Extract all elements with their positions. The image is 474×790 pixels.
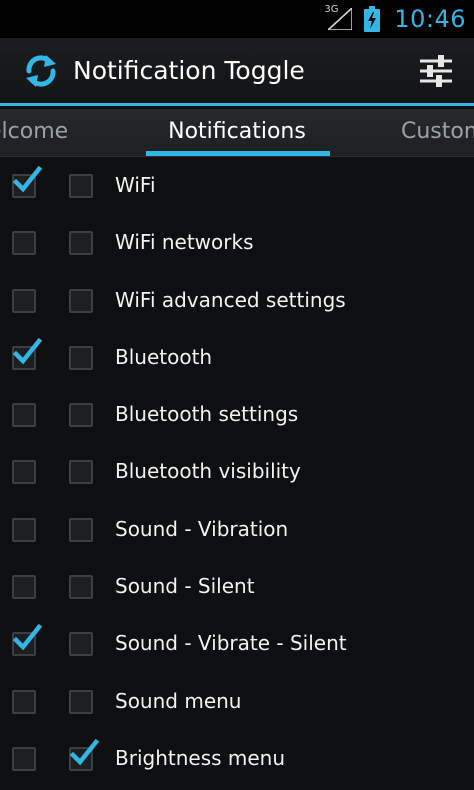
notification-checkbox[interactable] [12,624,42,657]
notification-checkbox[interactable] [12,403,36,428]
list-item[interactable]: WiFi networks [0,214,474,271]
clock: 10:46 [394,5,466,33]
list-item[interactable]: Sound - Vibration [0,501,474,558]
tab-strip: elcome Notifications Custom [0,109,474,157]
secondary-checkbox[interactable] [69,517,93,542]
secondary-checkbox[interactable] [69,460,93,485]
notification-checkbox[interactable] [12,288,36,313]
list-item[interactable]: Sound menu [0,673,474,730]
secondary-checkbox[interactable] [69,345,93,370]
secondary-checkbox[interactable] [69,288,93,313]
notification-checkbox[interactable] [12,746,36,771]
notification-checkbox[interactable] [12,460,36,485]
app-title: Notification Toggle [73,56,305,85]
list-item-label: Sound - Vibration [115,516,289,541]
sliders-icon [420,54,452,87]
tab-custom[interactable]: Custom [401,109,474,156]
secondary-checkbox[interactable] [69,738,99,771]
list-item[interactable]: Sound - Vibrate - Silent [0,615,474,672]
list-item[interactable]: Bluetooth visibility [0,443,474,500]
list-item-label: WiFi networks [115,230,254,255]
list-item-label: WiFi advanced settings [115,287,346,312]
battery-icon [364,6,381,32]
list-item[interactable]: Sound - Silent [0,558,474,615]
secondary-checkbox[interactable] [69,403,93,428]
secondary-checkbox[interactable] [69,231,93,256]
list-item[interactable]: WiFi advanced settings [0,272,474,329]
sync-arrows-icon[interactable] [21,51,61,91]
settings-button[interactable] [414,49,458,93]
list-item-label: Brightness menu [115,745,286,770]
list-item-label: Sound - Vibrate - Silent [115,631,347,656]
tab-selected-indicator [146,151,330,156]
list-item[interactable]: WiFi [0,157,474,214]
list-item[interactable]: Bluetooth [0,329,474,386]
list-item-label: WiFi [115,173,156,197]
action-bar: Notification Toggle [0,38,474,106]
notification-checkbox[interactable] [12,575,36,600]
list-item-label: Bluetooth [115,344,213,369]
secondary-checkbox[interactable] [69,689,93,714]
list-item[interactable]: Brightness menu [0,730,474,787]
secondary-checkbox[interactable] [69,174,93,198]
secondary-checkbox[interactable] [69,575,93,600]
list-item[interactable]: Bluetooth settings [0,386,474,443]
list-item-label: Bluetooth visibility [115,459,301,484]
list-item-label: Sound menu [115,688,242,713]
list-item-label: Bluetooth settings [115,402,299,427]
toggle-list: WiFi WiFi networks WiFi advanced settings B… [0,157,474,787]
status-bar: 3G 10:46 [0,0,474,38]
notification-checkbox[interactable] [12,231,36,256]
notification-checkbox[interactable] [12,689,36,714]
notification-checkbox[interactable] [12,517,36,542]
secondary-checkbox[interactable] [69,632,93,657]
notification-checkbox[interactable] [12,337,42,370]
list-item-label: Sound - Silent [115,574,255,599]
notification-checkbox[interactable] [12,166,42,198]
signal-icon: 3G [324,4,354,32]
